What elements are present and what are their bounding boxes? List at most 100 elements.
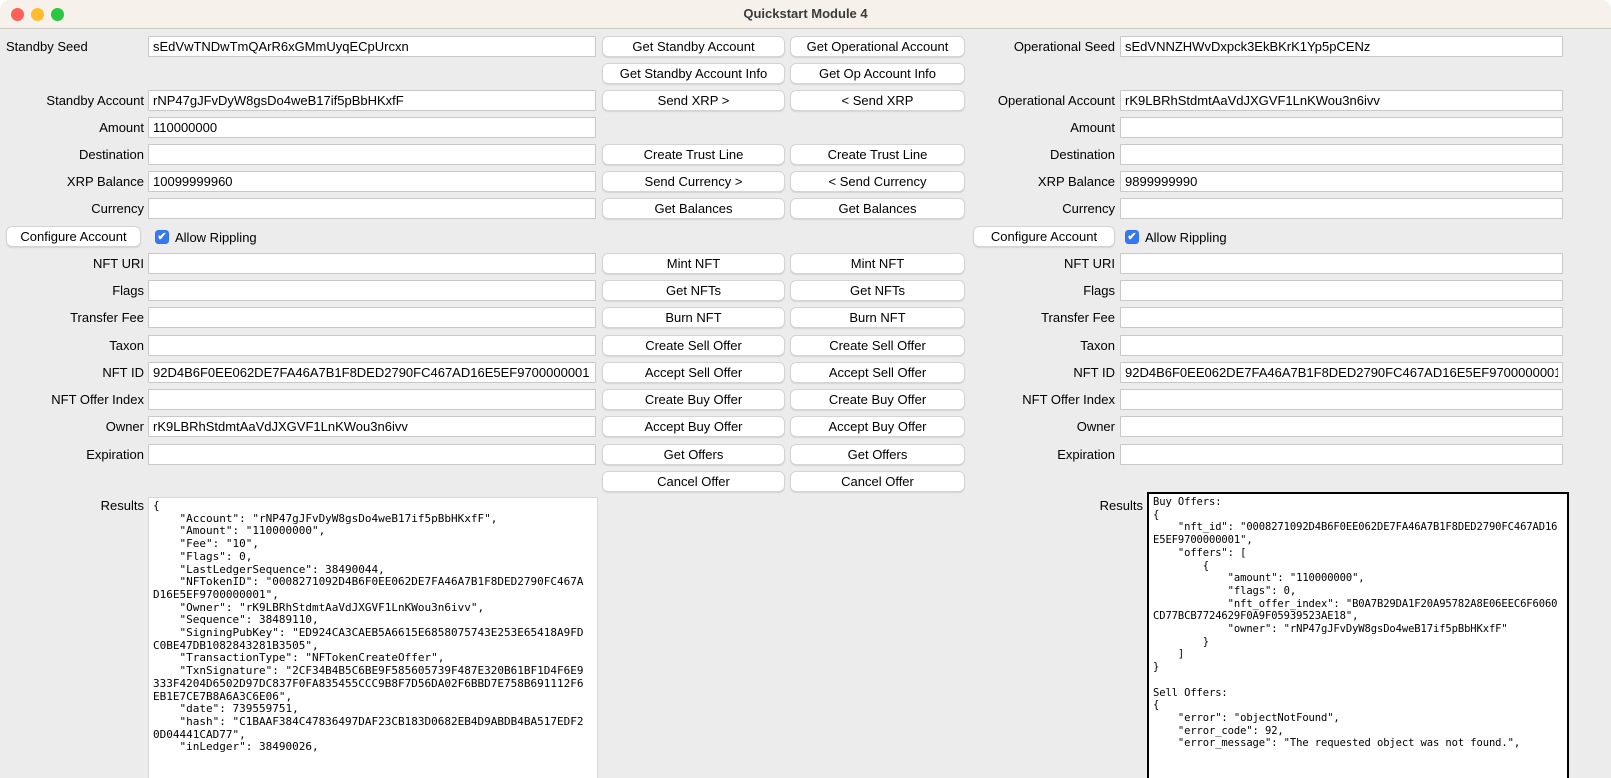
standby-destination-input[interactable] bbox=[148, 144, 596, 165]
operational-get-offers-button[interactable]: Get Offers bbox=[790, 444, 965, 465]
operational-expiration-label: Expiration bbox=[963, 444, 1115, 465]
zoom-window-icon[interactable] bbox=[51, 8, 64, 21]
operational-seed-input[interactable] bbox=[1120, 36, 1563, 57]
operational-destination-label: Destination bbox=[963, 144, 1115, 165]
standby-configure-account-button[interactable]: Configure Account bbox=[6, 226, 141, 247]
standby-get-balances-button[interactable]: Get Balances bbox=[602, 198, 785, 219]
operational-nft-uri-input[interactable] bbox=[1120, 253, 1563, 274]
get-standby-account-button[interactable]: Get Standby Account bbox=[602, 36, 785, 57]
standby-nft-offer-index-input[interactable] bbox=[148, 389, 596, 410]
standby-create-trust-line-button[interactable]: Create Trust Line bbox=[602, 144, 785, 165]
window-title: Quickstart Module 4 bbox=[0, 0, 1611, 28]
operational-results-text: Buy Offers: { "nft_id": "0008271092D4B6F… bbox=[1149, 494, 1567, 752]
operational-taxon-input[interactable] bbox=[1120, 335, 1563, 356]
operational-burn-nft-button[interactable]: Burn NFT bbox=[790, 307, 965, 328]
send-xrp-right-button[interactable]: Send XRP > bbox=[602, 90, 785, 111]
operational-create-trust-line-button[interactable]: Create Trust Line bbox=[790, 144, 965, 165]
operational-create-buy-offer-button[interactable]: Create Buy Offer bbox=[790, 389, 965, 410]
operational-get-balances-button[interactable]: Get Balances bbox=[790, 198, 965, 219]
standby-create-buy-offer-button[interactable]: Create Buy Offer bbox=[602, 389, 785, 410]
send-currency-left-button[interactable]: < Send Currency bbox=[790, 171, 965, 192]
standby-allow-rippling-label: Allow Rippling bbox=[175, 230, 257, 245]
standby-allow-rippling-checkbox[interactable]: ✔ Allow Rippling bbox=[155, 229, 257, 245]
standby-transfer-fee-input[interactable] bbox=[148, 307, 596, 328]
operational-accept-buy-offer-button[interactable]: Accept Buy Offer bbox=[790, 416, 965, 437]
standby-expiration-label: Expiration bbox=[6, 444, 144, 465]
operational-create-sell-offer-button[interactable]: Create Sell Offer bbox=[790, 335, 965, 356]
standby-results-text: { "Account": "rNP47gJFvDyW8gsDo4weB17if5… bbox=[149, 498, 597, 756]
operational-amount-label: Amount bbox=[963, 117, 1115, 138]
operational-currency-input[interactable] bbox=[1120, 198, 1563, 219]
get-standby-account-info-button[interactable]: Get Standby Account Info bbox=[602, 63, 785, 84]
standby-owner-input[interactable] bbox=[148, 416, 596, 437]
operational-results-label: Results bbox=[963, 495, 1143, 516]
operational-nft-offer-index-label: NFT Offer Index bbox=[963, 389, 1115, 410]
standby-owner-label: Owner bbox=[6, 416, 144, 437]
standby-currency-input[interactable] bbox=[148, 198, 596, 219]
operational-mint-nft-button[interactable]: Mint NFT bbox=[790, 253, 965, 274]
standby-amount-input[interactable] bbox=[148, 117, 596, 138]
operational-account-label: Operational Account bbox=[963, 90, 1115, 111]
standby-nft-id-input[interactable] bbox=[148, 362, 596, 383]
operational-transfer-fee-input[interactable] bbox=[1120, 307, 1563, 328]
checkmark-icon: ✔ bbox=[155, 230, 169, 244]
standby-results-label: Results bbox=[6, 495, 144, 516]
send-currency-right-button[interactable]: Send Currency > bbox=[602, 171, 785, 192]
operational-cancel-offer-button[interactable]: Cancel Offer bbox=[790, 471, 965, 492]
standby-nft-uri-input[interactable] bbox=[148, 253, 596, 274]
operational-nft-id-input[interactable] bbox=[1120, 362, 1563, 383]
operational-expiration-input[interactable] bbox=[1120, 444, 1563, 465]
standby-currency-label: Currency bbox=[6, 198, 144, 219]
operational-xrp-balance-label: XRP Balance bbox=[963, 171, 1115, 192]
operational-flags-input[interactable] bbox=[1120, 280, 1563, 301]
operational-account-input[interactable] bbox=[1120, 90, 1563, 111]
close-window-icon[interactable] bbox=[11, 8, 24, 21]
standby-nft-id-label: NFT ID bbox=[6, 362, 144, 383]
standby-accept-sell-offer-button[interactable]: Accept Sell Offer bbox=[602, 362, 785, 383]
standby-mint-nft-button[interactable]: Mint NFT bbox=[602, 253, 785, 274]
standby-seed-input[interactable] bbox=[148, 36, 596, 57]
checkmark-icon: ✔ bbox=[1125, 230, 1139, 244]
standby-account-label: Standby Account bbox=[6, 90, 144, 111]
operational-allow-rippling-label: Allow Rippling bbox=[1145, 230, 1227, 245]
operational-xrp-balance-input[interactable] bbox=[1120, 171, 1563, 192]
operational-results-textarea[interactable]: Buy Offers: { "nft_id": "0008271092D4B6F… bbox=[1147, 492, 1569, 778]
standby-burn-nft-button[interactable]: Burn NFT bbox=[602, 307, 785, 328]
operational-transfer-fee-label: Transfer Fee bbox=[963, 307, 1115, 328]
operational-taxon-label: Taxon bbox=[963, 335, 1115, 356]
operational-get-nfts-button[interactable]: Get NFTs bbox=[790, 280, 965, 301]
operational-configure-account-button[interactable]: Configure Account bbox=[973, 226, 1115, 247]
standby-xrp-balance-input[interactable] bbox=[148, 171, 596, 192]
standby-taxon-label: Taxon bbox=[6, 335, 144, 356]
operational-owner-label: Owner bbox=[963, 416, 1115, 437]
operational-nft-id-label: NFT ID bbox=[963, 362, 1115, 383]
operational-allow-rippling-checkbox[interactable]: ✔ Allow Rippling bbox=[1125, 229, 1227, 245]
standby-cancel-offer-button[interactable]: Cancel Offer bbox=[602, 471, 785, 492]
standby-account-input[interactable] bbox=[148, 90, 596, 111]
operational-destination-input[interactable] bbox=[1120, 144, 1563, 165]
standby-transfer-fee-label: Transfer Fee bbox=[6, 307, 144, 328]
standby-seed-label: Standby Seed bbox=[6, 36, 144, 57]
standby-accept-buy-offer-button[interactable]: Accept Buy Offer bbox=[602, 416, 785, 437]
operational-seed-label: Operational Seed bbox=[963, 36, 1115, 57]
standby-results-textarea[interactable]: { "Account": "rNP47gJFvDyW8gsDo4weB17if5… bbox=[148, 497, 598, 778]
standby-flags-input[interactable] bbox=[148, 280, 596, 301]
standby-get-offers-button[interactable]: Get Offers bbox=[602, 444, 785, 465]
standby-create-sell-offer-button[interactable]: Create Sell Offer bbox=[602, 335, 785, 356]
standby-taxon-input[interactable] bbox=[148, 335, 596, 356]
get-operational-account-button[interactable]: Get Operational Account bbox=[790, 36, 965, 57]
operational-amount-input[interactable] bbox=[1120, 117, 1563, 138]
minimize-window-icon[interactable] bbox=[31, 8, 44, 21]
operational-owner-input[interactable] bbox=[1120, 416, 1563, 437]
operational-currency-label: Currency bbox=[963, 198, 1115, 219]
operational-nft-uri-label: NFT URI bbox=[963, 253, 1115, 274]
standby-xrp-balance-label: XRP Balance bbox=[6, 171, 144, 192]
title-bar: Quickstart Module 4 bbox=[0, 0, 1611, 29]
operational-accept-sell-offer-button[interactable]: Accept Sell Offer bbox=[790, 362, 965, 383]
standby-expiration-input[interactable] bbox=[148, 444, 596, 465]
operational-nft-offer-index-input[interactable] bbox=[1120, 389, 1563, 410]
send-xrp-left-button[interactable]: < Send XRP bbox=[790, 90, 965, 111]
standby-nft-offer-index-label: NFT Offer Index bbox=[6, 389, 144, 410]
standby-get-nfts-button[interactable]: Get NFTs bbox=[602, 280, 785, 301]
get-op-account-info-button[interactable]: Get Op Account Info bbox=[790, 63, 965, 84]
